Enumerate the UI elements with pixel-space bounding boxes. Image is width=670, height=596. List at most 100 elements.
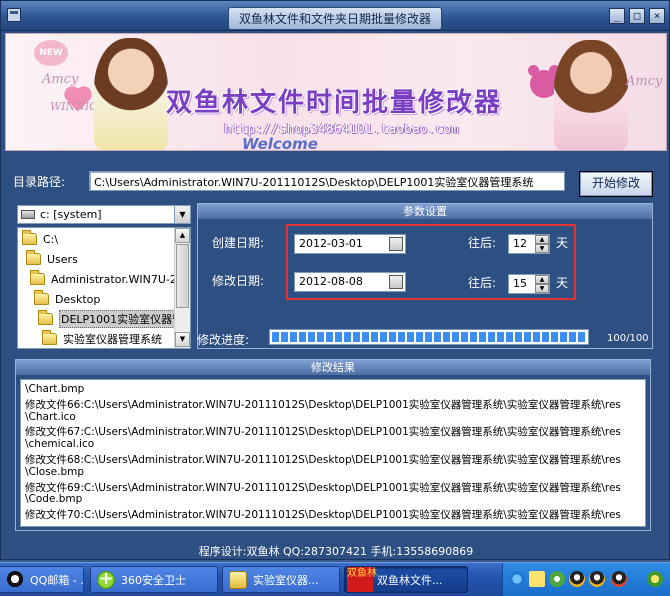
app-icon: 双鱼林	[347, 567, 377, 592]
spin-up-icon[interactable]: ▲	[535, 235, 549, 244]
progress-label: 修改进度:	[197, 333, 250, 347]
result-line: \Code.bmp	[25, 493, 83, 506]
result-line: 修改文件68:C:\Users\Administrator.WIN7U-2011…	[25, 453, 621, 466]
system-tray	[502, 563, 670, 596]
content-panel: 目录路径: C:\Users\Administrator.WIN7U-20111…	[5, 153, 667, 559]
tree-item-label: Administrator.WIN7U-2011	[51, 272, 191, 286]
window-title: 双鱼林文件和文件夹日期批量修改器	[227, 7, 442, 30]
create-date-value: 2012-03-01	[299, 237, 363, 250]
calendar-icon[interactable]	[389, 237, 403, 251]
task-label: 双鱼林文件...	[377, 573, 443, 587]
qq-tray-icon[interactable]	[569, 571, 585, 587]
tree-item[interactable]: Desktop	[34, 289, 100, 309]
tree-item[interactable]: 实验室仪器管理系统	[42, 329, 162, 348]
spin-down-icon[interactable]: ▼	[535, 244, 549, 253]
create-date-label: 创建日期:	[212, 236, 265, 250]
tree-scrollbar[interactable]: ▲ ▼	[174, 228, 190, 348]
progress-text: 100/100	[607, 333, 649, 344]
360-tray-icon[interactable]	[549, 571, 565, 587]
task-360[interactable]: 360安全卫士	[90, 566, 218, 593]
task-label: 实验室仪器...	[253, 573, 319, 587]
path-label: 目录路径:	[13, 175, 66, 189]
scroll-down-icon[interactable]: ▼	[175, 332, 190, 347]
progress-fill	[272, 332, 586, 342]
results-header: 修改结果	[16, 360, 650, 375]
tree-item-label: 实验室仪器管理系统	[63, 333, 162, 346]
modify-date-picker[interactable]: 2012-08-08	[294, 272, 406, 292]
tree-item-label: DELP1001实验室仪器管	[59, 310, 186, 328]
tree-item-label: C:\	[43, 232, 59, 246]
tree-item[interactable]: C:\	[22, 229, 58, 249]
spin-up-icon[interactable]: ▲	[535, 275, 549, 284]
create-days-value: 12	[513, 237, 527, 250]
qq-icon	[6, 570, 24, 589]
taskbar: QQ邮箱 - ... 360安全卫士 实验室仪器... 双鱼林 双鱼林文件...	[0, 562, 670, 596]
results-list[interactable]: \Chart.bmp 修改文件66:C:\Users\Administrator.…	[20, 379, 646, 527]
result-line: 修改文件66:C:\Users\Administrator.WIN7U-2011…	[25, 398, 621, 411]
task-qq-mail[interactable]: QQ邮箱 - ...	[0, 566, 84, 593]
main-window: 双鱼林文件和文件夹日期批量修改器 _ □ × NEW Amcy WINNICE …	[0, 0, 670, 560]
network-icon[interactable]	[509, 571, 525, 587]
tree-item-selected[interactable]: DELP1001实验室仪器管	[38, 309, 186, 329]
folder-open-icon	[30, 270, 45, 285]
minimize-button[interactable]: _	[609, 8, 625, 24]
banner-girl-left-image	[94, 38, 168, 150]
banner-image: NEW Amcy WINNICE 双鱼林文件时间批量修改器 http://sho…	[5, 33, 667, 151]
folder-open-icon	[22, 230, 37, 245]
progress-bar	[269, 329, 589, 345]
path-input[interactable]: C:\Users\Administrator.WIN7U-20111012S\D…	[89, 171, 565, 191]
close-button[interactable]: ×	[649, 8, 665, 24]
title-bar[interactable]: 双鱼林文件和文件夹日期批量修改器 _ □ ×	[1, 1, 669, 31]
chevron-down-icon[interactable]: ▼	[174, 206, 190, 223]
tree-item-label: Users	[47, 252, 78, 266]
task-folder[interactable]: 实验室仪器...	[222, 566, 340, 593]
folder-icon	[229, 570, 247, 589]
new-badge: NEW	[34, 40, 68, 66]
shield-plus-icon	[97, 568, 115, 589]
spin-down-icon[interactable]: ▼	[535, 284, 549, 293]
calendar-icon[interactable]	[389, 275, 403, 289]
tree-item[interactable]: Users	[26, 249, 78, 269]
drive-value: c: [system]	[40, 208, 102, 221]
result-line: 修改文件67:C:\Users\Administrator.WIN7U-2011…	[25, 426, 621, 439]
create-after-label: 往后:	[468, 236, 497, 250]
task-label: QQ邮箱 - ...	[30, 573, 84, 587]
modify-unit-label: 天	[556, 276, 569, 290]
folder-tree[interactable]: C:\ Users Administrator.WIN7U-2011 Deskt…	[17, 227, 191, 349]
drive-select[interactable]: c: [system] ▼	[17, 205, 191, 224]
tray-app-icon[interactable]	[529, 571, 545, 587]
banner-welcome: Welcome	[242, 135, 318, 151]
task-date-modifier[interactable]: 双鱼林 双鱼林文件...	[344, 566, 468, 593]
result-line: 修改文件69:C:\Users\Administrator.WIN7U-2011…	[25, 481, 621, 494]
modify-days-value: 15	[513, 277, 527, 290]
maximize-button[interactable]: □	[629, 8, 645, 24]
folder-icon	[42, 330, 57, 345]
result-line: \Close.bmp	[25, 465, 85, 478]
folder-open-icon	[26, 250, 41, 265]
qq-tray-icon[interactable]	[611, 571, 627, 587]
modify-after-label: 往后:	[468, 276, 497, 290]
result-line: 修改文件70:C:\Users\Administrator.WIN7U-2011…	[25, 509, 621, 522]
scroll-up-icon[interactable]: ▲	[175, 228, 190, 243]
folder-open-icon	[38, 310, 53, 325]
task-label: 360安全卫士	[121, 573, 186, 587]
banner-deco-left: Amcy	[42, 72, 79, 87]
start-button[interactable]: 开始修改	[579, 171, 653, 197]
qq-tray-icon[interactable]	[589, 571, 605, 587]
credit-text: 程序设计:双鱼林 QQ:287307421 手机:13558690869	[198, 545, 474, 558]
params-panel: 参数设置 创建日期: 修改日期: 2012-03-01 2012-08-08 往…	[197, 203, 653, 349]
params-header: 参数设置	[198, 204, 652, 219]
banner-girl-right-image	[554, 40, 628, 150]
modify-days-stepper[interactable]: 15 ▲ ▼	[508, 274, 550, 294]
banner-title: 双鱼林文件时间批量修改器	[166, 88, 503, 118]
create-days-stepper[interactable]: 12 ▲ ▼	[508, 234, 550, 254]
create-date-picker[interactable]: 2012-03-01	[294, 234, 406, 254]
shield-tray-icon[interactable]	[647, 571, 663, 587]
scroll-thumb[interactable]	[176, 244, 189, 308]
result-line: \chemical.ico	[25, 438, 95, 451]
folder-open-icon	[34, 290, 49, 305]
result-line: \Chart.bmp	[25, 383, 85, 395]
drive-icon	[21, 210, 35, 219]
modify-date-label: 修改日期:	[212, 274, 265, 288]
tree-item[interactable]: Administrator.WIN7U-2011	[30, 269, 191, 289]
